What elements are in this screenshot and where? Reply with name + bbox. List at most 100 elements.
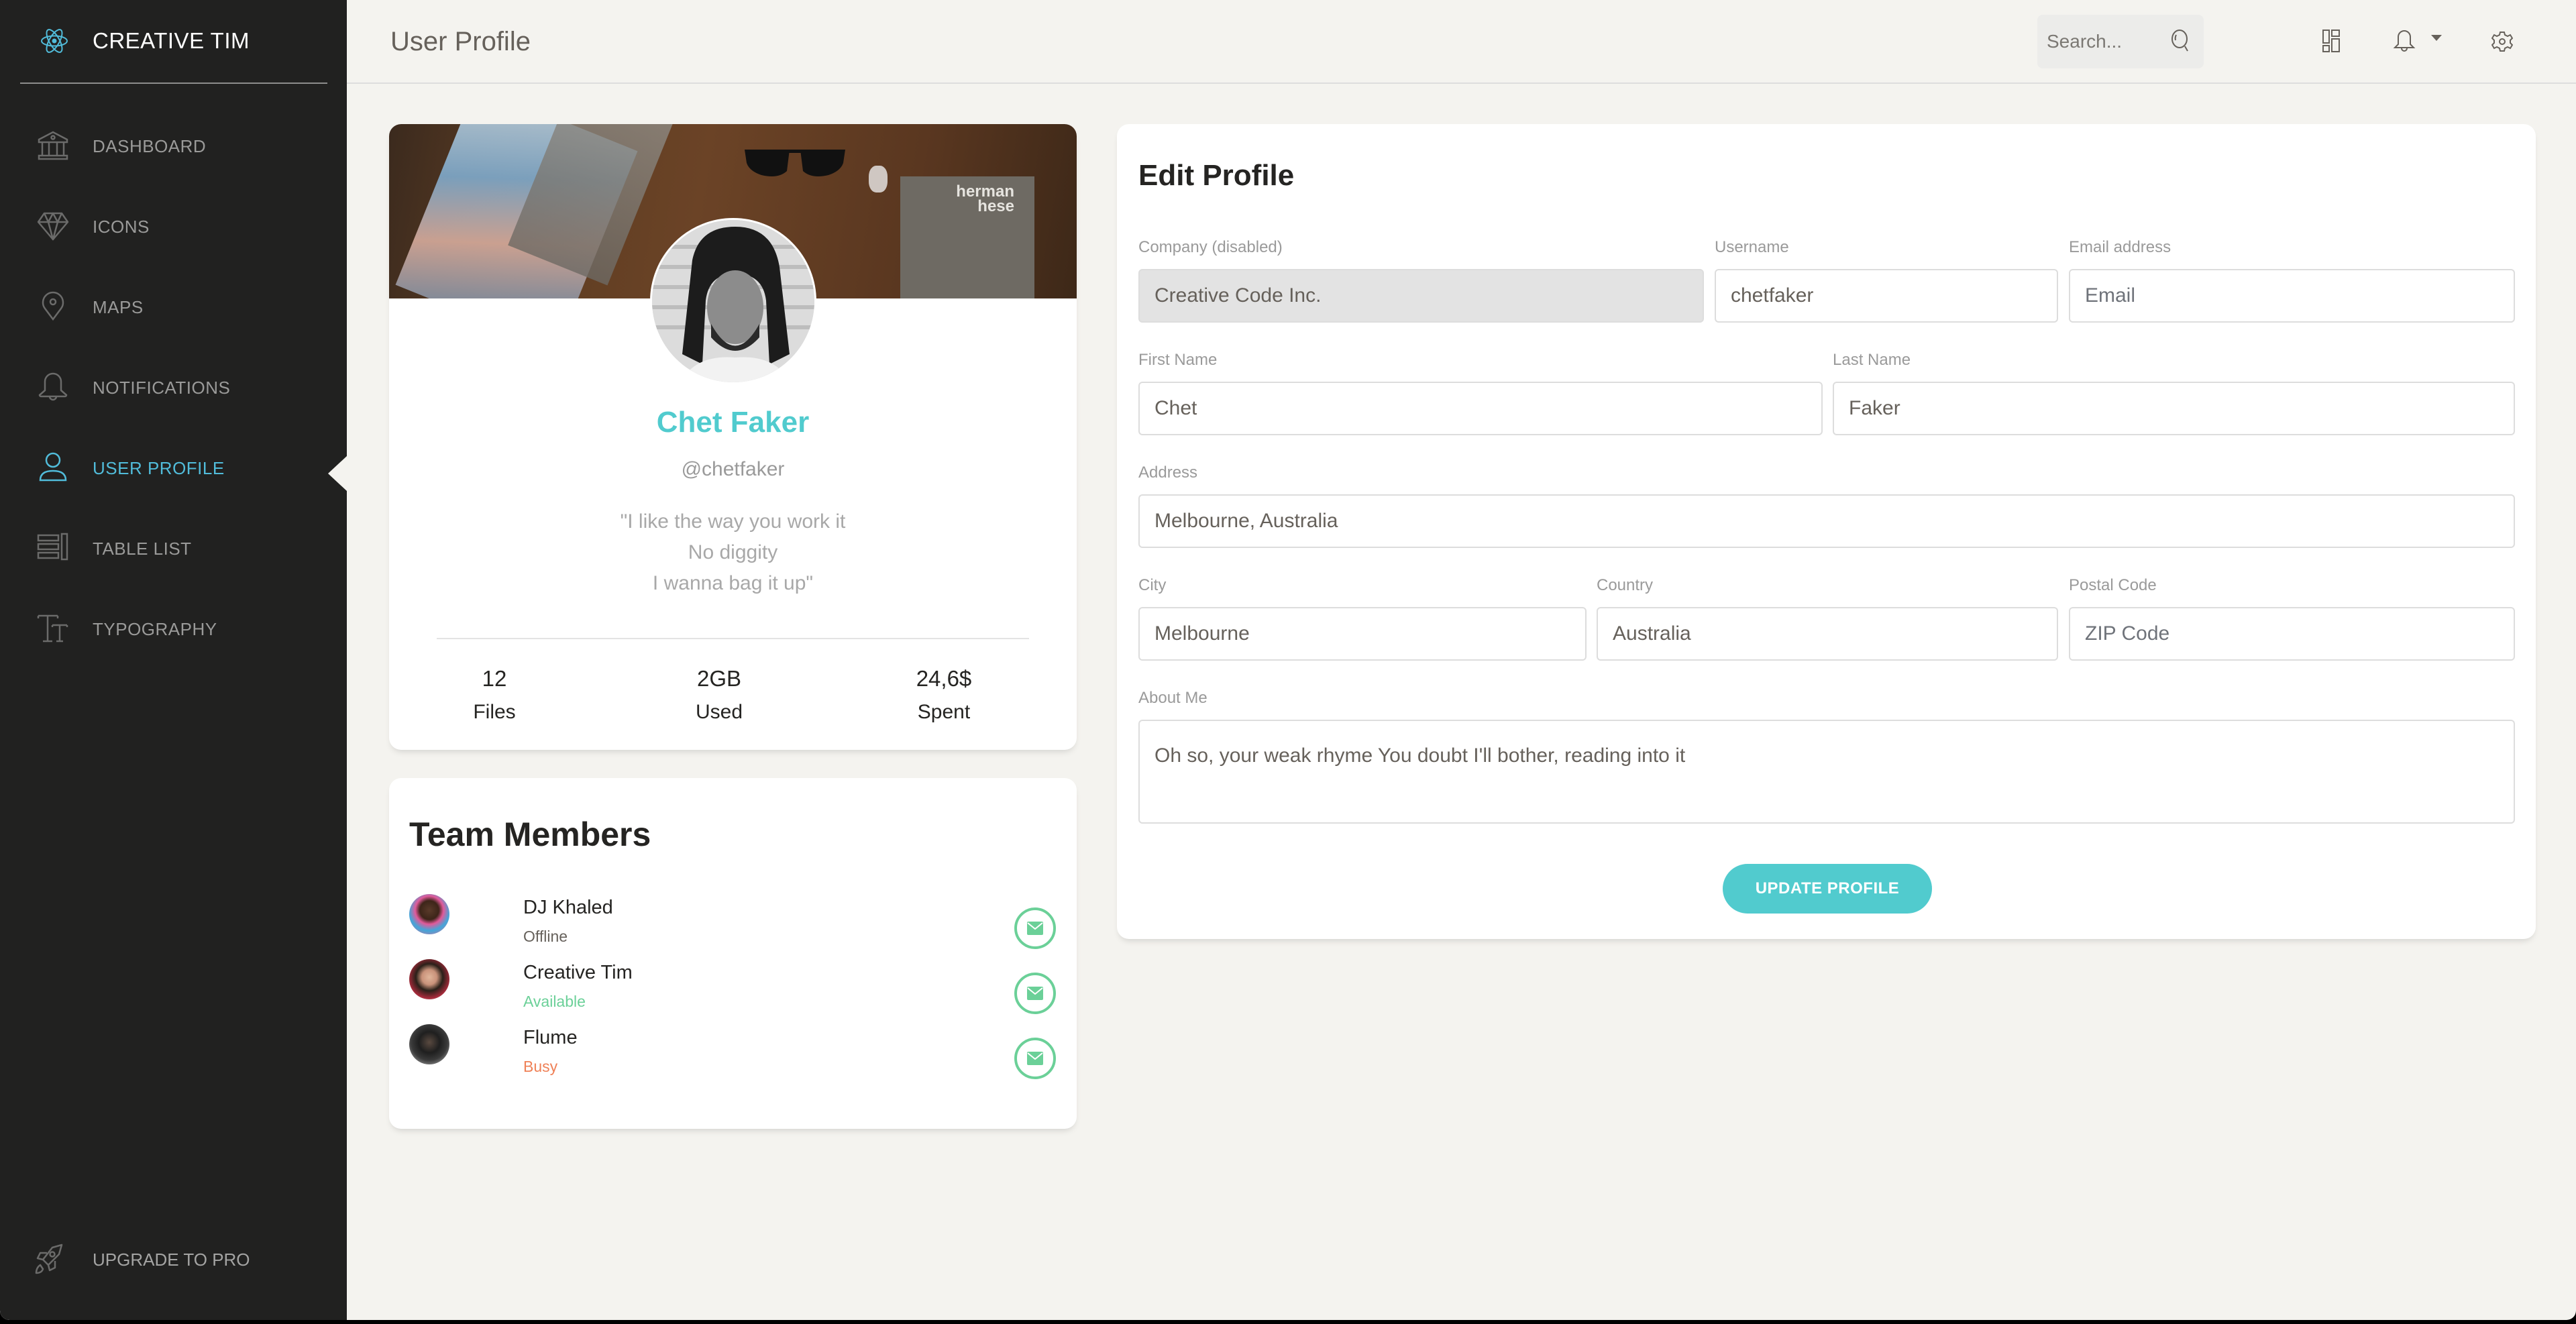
cover-sunglasses-graphic xyxy=(745,150,845,176)
field-label: Postal Code xyxy=(2069,576,2157,594)
avatar xyxy=(409,1024,449,1064)
upgrade-to-pro-link[interactable]: UPGRADE TO PRO xyxy=(0,1231,347,1285)
brand[interactable]: CREATIVE TIM xyxy=(20,0,327,84)
country-input[interactable] xyxy=(1597,607,2058,661)
sidebar-item-icons[interactable]: ICONS xyxy=(0,195,347,255)
stat-used: 2GB Used xyxy=(652,666,786,724)
sidebar: CREATIVE TIM DASHBOARD ICONS MAPS NOTIFI… xyxy=(0,0,347,1320)
member-status: Available xyxy=(523,993,586,1010)
member-name: Creative Tim xyxy=(523,962,633,983)
stat-value: 2GB xyxy=(696,666,742,691)
send-email-button[interactable] xyxy=(1014,973,1056,1014)
stat-label: Spent xyxy=(917,701,971,723)
sidebar-item-user-profile[interactable]: USER PROFILE xyxy=(0,436,347,496)
field-label: Company (disabled) xyxy=(1138,238,1283,256)
gear-icon[interactable] xyxy=(2491,31,2513,52)
field-label: City xyxy=(1138,576,1167,594)
username-input[interactable] xyxy=(1715,269,2058,323)
divider xyxy=(437,638,1029,639)
address-input[interactable] xyxy=(1138,494,2515,548)
field-label: Last Name xyxy=(1833,351,1911,369)
about-me-textarea[interactable]: Oh so, your weak rhyme You doubt I'll bo… xyxy=(1138,720,2515,824)
edit-profile-title: Edit Profile xyxy=(1138,159,1295,192)
search-input[interactable] xyxy=(2037,15,2165,68)
member-name: DJ Khaled xyxy=(523,897,613,918)
envelope-icon xyxy=(1027,987,1043,1000)
sidebar-item-typography[interactable]: TYPOGRAPHY xyxy=(0,597,347,657)
cover-rock-graphic xyxy=(869,166,888,192)
last-name-field: Last Name xyxy=(1833,351,2515,435)
edit-profile-card: Edit Profile Company (disabled) Username… xyxy=(1117,124,2536,939)
sidebar-item-maps[interactable]: MAPS xyxy=(0,275,347,335)
quote-line: No diggity xyxy=(688,541,778,563)
search-icon[interactable] xyxy=(2169,28,2193,55)
bell-icon[interactable] xyxy=(2393,30,2416,54)
rocket-icon xyxy=(35,1244,63,1274)
email-field: Email address xyxy=(2069,238,2515,323)
search-box xyxy=(2037,15,2204,68)
field-label: Username xyxy=(1715,238,1789,256)
postal-code-input[interactable] xyxy=(2069,607,2515,661)
avatar-portrait-graphic xyxy=(652,220,814,382)
envelope-icon xyxy=(1027,922,1043,935)
page-title: User Profile xyxy=(390,27,531,56)
list-item: Flume Busy xyxy=(389,1024,1077,1091)
field-label: About Me xyxy=(1138,689,1208,707)
send-email-button[interactable] xyxy=(1014,1038,1056,1079)
email-input[interactable] xyxy=(2069,269,2515,323)
stat-spent: 24,6$ Spent xyxy=(877,666,1011,724)
sidebar-item-table-list[interactable]: TABLE LIST xyxy=(0,516,347,577)
active-indicator xyxy=(328,456,347,491)
stat-label: Used xyxy=(695,701,743,723)
profile-avatar[interactable] xyxy=(650,218,816,384)
list-item: DJ Khaled Offline xyxy=(389,894,1077,961)
avatar xyxy=(409,894,449,934)
profile-handle: @chetfaker xyxy=(681,458,785,480)
field-label: First Name xyxy=(1138,351,1218,369)
field-label: Address xyxy=(1138,463,1198,482)
sidebar-item-notifications[interactable]: NOTIFICATIONS xyxy=(0,355,347,416)
stat-label: Files xyxy=(473,701,516,723)
last-name-input[interactable] xyxy=(1833,382,2515,435)
about-me-field: About Me Oh so, your weak rhyme You doub… xyxy=(1138,689,2515,824)
company-field: Company (disabled) xyxy=(1138,238,1704,323)
city-input[interactable] xyxy=(1138,607,1587,661)
app-window: CREATIVE TIM DASHBOARD ICONS MAPS NOTIFI… xyxy=(0,0,2576,1320)
quote-line: I wanna bag it up" xyxy=(652,572,814,594)
first-name-input[interactable] xyxy=(1138,382,1823,435)
bank-icon xyxy=(38,131,68,160)
profile-card: herman hese Chet Faker @chetfaker "I lik… xyxy=(389,124,1077,750)
member-name: Flume xyxy=(523,1027,578,1048)
map-pin-icon xyxy=(42,291,64,321)
diamond-icon xyxy=(37,212,69,241)
react-atom-icon xyxy=(41,29,68,53)
cover-book-graphic: herman hese xyxy=(900,176,1034,298)
top-navbar: User Profile xyxy=(347,0,2576,84)
company-input[interactable] xyxy=(1138,269,1704,323)
avatar xyxy=(409,959,449,999)
user-icon xyxy=(39,452,67,482)
update-profile-button[interactable]: UPDATE PROFILE xyxy=(1723,864,1932,914)
postal-code-field: Postal Code xyxy=(2069,576,2515,661)
typography-icon xyxy=(37,614,68,643)
field-label: Email address xyxy=(2069,238,2171,256)
list-item: Creative Tim Available xyxy=(389,959,1077,1026)
stat-value: 24,6$ xyxy=(916,666,972,691)
caret-down-icon[interactable] xyxy=(2431,35,2442,42)
team-members-card: Team Members DJ Khaled Offline Creative … xyxy=(389,778,1077,1129)
bell-icon xyxy=(38,372,68,401)
profile-name[interactable]: Chet Faker xyxy=(389,406,1077,439)
table-list-icon xyxy=(37,533,68,561)
send-email-button[interactable] xyxy=(1014,907,1056,949)
profile-quote: "I like the way you work it No diggity I… xyxy=(389,506,1077,599)
brand-name: CREATIVE TIM xyxy=(93,28,250,53)
team-members-title: Team Members xyxy=(409,816,651,853)
dashboard-grid-icon[interactable] xyxy=(2322,30,2340,52)
member-status: Offline xyxy=(523,928,568,945)
sidebar-item-dashboard[interactable]: DASHBOARD xyxy=(0,114,347,174)
field-label: Country xyxy=(1597,576,1654,594)
country-field: Country xyxy=(1597,576,2058,661)
first-name-field: First Name xyxy=(1138,351,1823,435)
envelope-icon xyxy=(1027,1052,1043,1065)
username-field: Username xyxy=(1715,238,2058,323)
